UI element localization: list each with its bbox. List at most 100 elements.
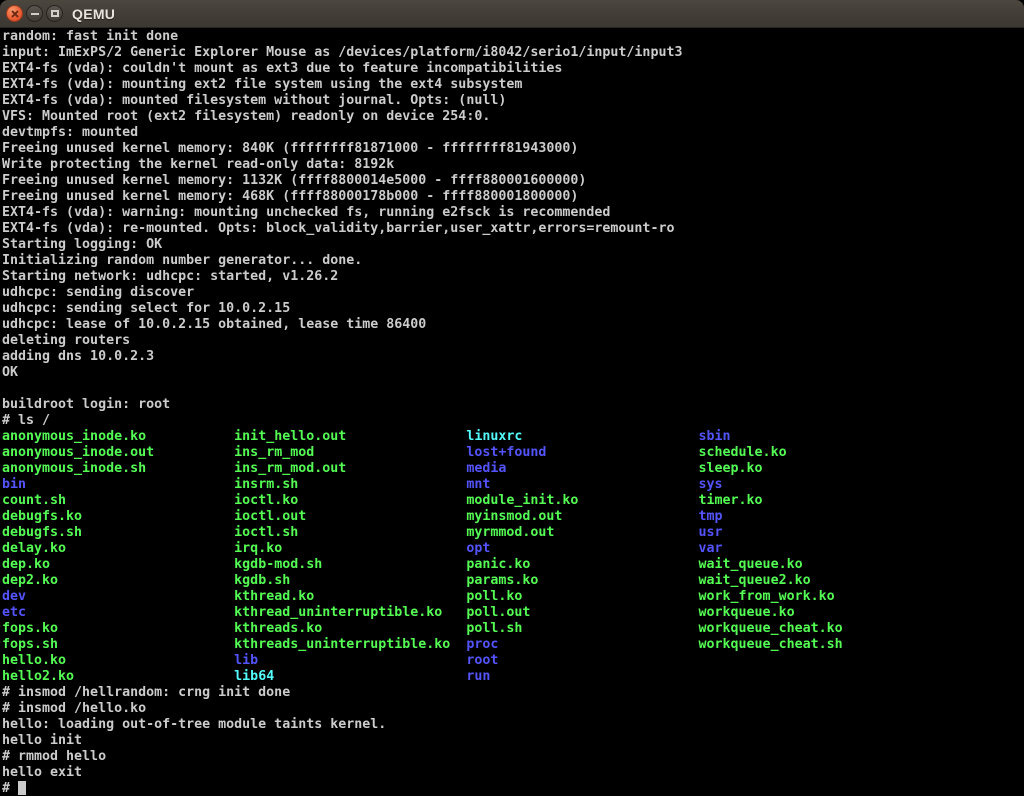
console-line: #: [2, 781, 1024, 796]
console-text: # ls /: [2, 413, 50, 428]
console-line: udhcpc: sending discover: [2, 285, 1024, 301]
file-entry: debugfs.sh: [2, 525, 234, 540]
file-entry: kgdb.sh: [234, 573, 466, 588]
console-line: buildroot login: root: [2, 397, 1024, 413]
file-entry: bin: [2, 477, 234, 492]
close-button[interactable]: [6, 5, 23, 22]
console-line: hello: loading out-of-tree module taints…: [2, 717, 1024, 733]
console-line: etc kthread_uninterruptible.ko poll.out …: [2, 605, 1024, 621]
console-line: fops.ko kthreads.ko poll.sh workqueue_ch…: [2, 621, 1024, 637]
console-text: EXT4-fs (vda): mounted filesystem withou…: [2, 93, 506, 108]
console-line: hello.ko lib root: [2, 653, 1024, 669]
console-line: udhcpc: lease of 10.0.2.15 obtained, lea…: [2, 317, 1024, 333]
file-entry: workqueue_cheat.ko: [699, 621, 843, 636]
file-entry: poll.sh: [466, 621, 698, 636]
file-entry: proc: [466, 637, 698, 652]
console-line: debugfs.ko ioctl.out myinsmod.out tmp: [2, 509, 1024, 525]
qemu-window: QEMU random: fast init doneinput: ImExPS…: [0, 0, 1024, 796]
console-text: hello: loading out-of-tree module taints…: [2, 717, 386, 732]
minimize-button[interactable]: [26, 5, 43, 22]
console-text: Initializing random number generator... …: [2, 253, 362, 268]
console-line: Freeing unused kernel memory: 468K (ffff…: [2, 189, 1024, 205]
file-entry: schedule.ko: [699, 445, 787, 460]
file-entry: lib: [234, 653, 466, 668]
console-line: fops.sh kthreads_uninterruptible.ko proc…: [2, 637, 1024, 653]
console-line: hello init: [2, 733, 1024, 749]
file-entry: run: [466, 669, 490, 684]
console-text: Write protecting the kernel read-only da…: [2, 157, 394, 172]
console-text: # rmmod hello: [2, 749, 106, 764]
console-line: devtmpfs: mounted: [2, 125, 1024, 141]
console-line: hello exit: [2, 765, 1024, 781]
window-title: QEMU: [72, 6, 115, 22]
console-line: OK: [2, 365, 1024, 381]
console-text: Freeing unused kernel memory: 468K (ffff…: [2, 189, 578, 204]
file-entry: count.sh: [2, 493, 234, 508]
console-line: Freeing unused kernel memory: 1132K (fff…: [2, 173, 1024, 189]
file-entry: lost+found: [466, 445, 698, 460]
file-entry: media: [466, 461, 698, 476]
console-text: Starting network: udhcpc: started, v1.26…: [2, 269, 338, 284]
file-entry: kthread_uninterruptible.ko: [234, 605, 466, 620]
console-line: Initializing random number generator... …: [2, 253, 1024, 269]
file-entry: kgdb-mod.sh: [234, 557, 466, 572]
file-entry: panic.ko: [466, 557, 698, 572]
console-line: dep.ko kgdb-mod.sh panic.ko wait_queue.k…: [2, 557, 1024, 573]
file-entry: wait_queue2.ko: [699, 573, 811, 588]
console-line: anonymous_inode.ko init_hello.out linuxr…: [2, 429, 1024, 445]
console-text: udhcpc: sending select for 10.0.2.15: [2, 301, 290, 316]
console-line: bin insrm.sh mnt sys: [2, 477, 1024, 493]
file-entry: module_init.ko: [466, 493, 698, 508]
console-line: EXT4-fs (vda): mounted filesystem withou…: [2, 93, 1024, 109]
file-entry: dep.ko: [2, 557, 234, 572]
console-text: # insmod /hello.ko: [2, 701, 146, 716]
file-entry: irq.ko: [234, 541, 466, 556]
file-entry: anonymous_inode.out: [2, 445, 234, 460]
file-entry: init_hello.out: [234, 429, 466, 444]
console-line: # ls /: [2, 413, 1024, 429]
console-text: Freeing unused kernel memory: 1132K (fff…: [2, 173, 586, 188]
console-text: udhcpc: sending discover: [2, 285, 194, 300]
terminal-cursor: [18, 781, 26, 795]
close-icon: [7, 6, 22, 21]
console-line: adding dns 10.0.2.3: [2, 349, 1024, 365]
file-entry: insrm.sh: [234, 477, 466, 492]
file-entry: timer.ko: [699, 493, 763, 508]
file-entry: wait_queue.ko: [699, 557, 803, 572]
console-line: anonymous_inode.out ins_rm_mod lost+foun…: [2, 445, 1024, 461]
file-entry: poll.ko: [466, 589, 698, 604]
console-text: random: fast init done: [2, 29, 178, 44]
maximize-button[interactable]: [46, 5, 63, 22]
file-entry: tmp: [699, 509, 723, 524]
console-text: # insmod /hellrandom: crng init done: [2, 685, 290, 700]
file-entry: ioctl.out: [234, 509, 466, 524]
console-text: udhcpc: lease of 10.0.2.15 obtained, lea…: [2, 317, 426, 332]
file-entry: fops.sh: [2, 637, 234, 652]
console-line: dep2.ko kgdb.sh params.ko wait_queue2.ko: [2, 573, 1024, 589]
console-line: debugfs.sh ioctl.sh myrmmod.out usr: [2, 525, 1024, 541]
guest-console[interactable]: random: fast init doneinput: ImExPS/2 Ge…: [0, 28, 1024, 796]
console-line: delay.ko irq.ko opt var: [2, 541, 1024, 557]
file-entry: mnt: [466, 477, 698, 492]
titlebar[interactable]: QEMU: [0, 0, 1024, 28]
file-entry: usr: [699, 525, 723, 540]
console-text: EXT4-fs (vda): re-mounted. Opts: block_v…: [2, 221, 674, 236]
file-entry: work_from_work.ko: [699, 589, 835, 604]
file-entry: delay.ko: [2, 541, 234, 556]
file-entry: kthreads.ko: [234, 621, 466, 636]
console-line: EXT4-fs (vda): warning: mounting uncheck…: [2, 205, 1024, 221]
file-entry: root: [466, 653, 498, 668]
console-text: deleting routers: [2, 333, 130, 348]
console-line: dev kthread.ko poll.ko work_from_work.ko: [2, 589, 1024, 605]
console-line: deleting routers: [2, 333, 1024, 349]
console-text: #: [2, 781, 18, 796]
console-line: Starting logging: OK: [2, 237, 1024, 253]
console-text: hello init: [2, 733, 82, 748]
file-entry: hello.ko: [2, 653, 234, 668]
console-line: # insmod /hello.ko: [2, 701, 1024, 717]
console-line: EXT4-fs (vda): couldn't mount as ext3 du…: [2, 61, 1024, 77]
console-line: VFS: Mounted root (ext2 filesystem) read…: [2, 109, 1024, 125]
console-line: random: fast init done: [2, 29, 1024, 45]
console-line: udhcpc: sending select for 10.0.2.15: [2, 301, 1024, 317]
file-entry: hello2.ko: [2, 669, 234, 684]
